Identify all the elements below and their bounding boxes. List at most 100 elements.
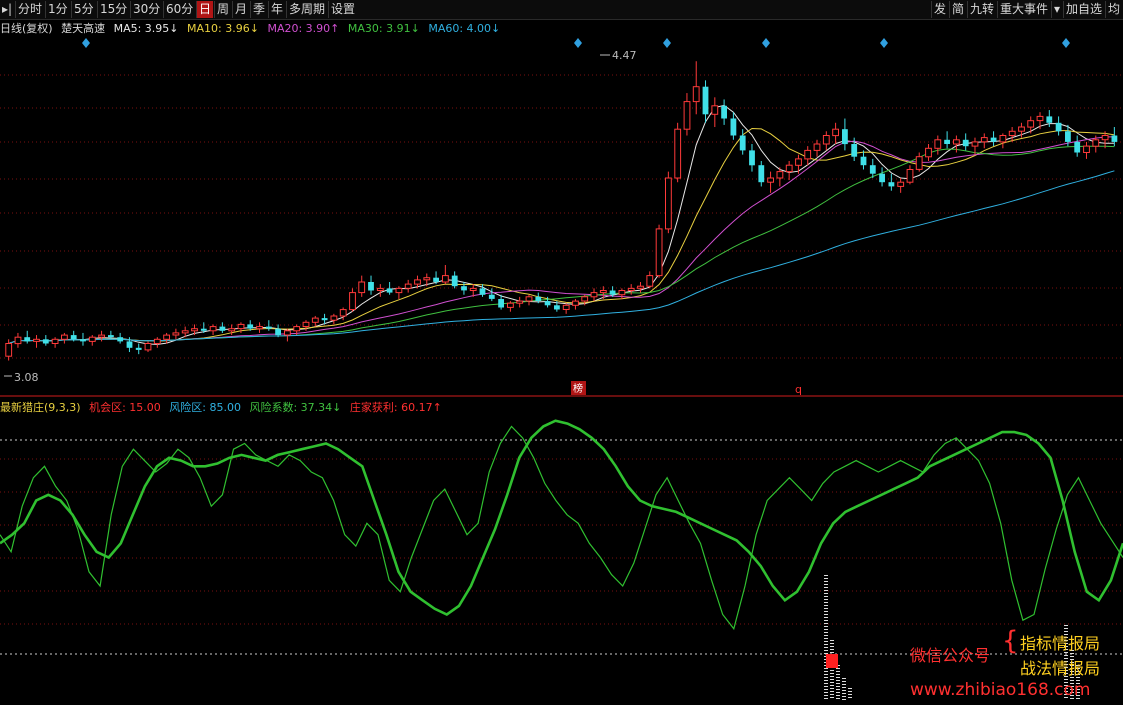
candle-body <box>108 335 114 338</box>
candle <box>888 173 895 191</box>
candle <box>822 131 830 151</box>
candle-body <box>869 165 876 174</box>
candle <box>721 99 727 125</box>
candle <box>135 343 142 355</box>
candle-body <box>1018 126 1025 132</box>
bang-marker: 榜 <box>573 382 583 395</box>
candle <box>906 165 914 185</box>
candle-body <box>479 288 486 295</box>
high-price-label: 4.47 <box>612 49 637 62</box>
candle-body <box>423 277 431 281</box>
candle-body <box>414 279 421 285</box>
diamond-marker <box>663 38 671 48</box>
candle-body <box>219 326 226 331</box>
candle-body <box>144 343 152 351</box>
watermark-brace: { <box>1002 626 1019 656</box>
grid-lines <box>0 74 1123 655</box>
candle <box>330 313 338 325</box>
candle <box>934 135 942 155</box>
candle-body <box>888 182 895 187</box>
candle-body <box>163 334 170 340</box>
diamond-marker <box>762 38 770 48</box>
candle-body <box>554 305 560 310</box>
candle <box>219 322 226 333</box>
candle-body <box>749 150 755 166</box>
candle-body <box>247 324 254 329</box>
candle <box>674 122 682 183</box>
candle-body <box>275 328 281 336</box>
candle-body <box>711 105 719 115</box>
candle <box>1027 116 1035 134</box>
candle <box>33 335 40 348</box>
diamond-marker <box>880 38 888 48</box>
candle <box>879 167 885 187</box>
candle <box>767 171 775 193</box>
candle <box>665 171 672 234</box>
candle-body <box>153 338 161 344</box>
candle <box>860 150 867 170</box>
candle-body <box>599 290 607 294</box>
candle-body <box>293 326 301 332</box>
candle <box>117 332 124 344</box>
candle <box>144 341 152 353</box>
candle-body <box>321 318 328 321</box>
candle-body <box>404 283 412 289</box>
watermark-name1: 指标情报局 <box>1020 634 1101 653</box>
candle-body <box>953 139 960 145</box>
candle <box>80 332 86 346</box>
candle-body <box>88 336 96 342</box>
candle <box>618 288 626 299</box>
candle-body <box>544 301 551 306</box>
candle <box>572 298 579 310</box>
candle <box>702 80 709 123</box>
candle-body <box>395 287 403 294</box>
candle <box>915 152 923 172</box>
candle-body <box>915 156 923 170</box>
candle <box>172 328 180 340</box>
candle <box>275 324 281 338</box>
candle-body <box>655 228 663 277</box>
candle-body <box>51 338 59 344</box>
candle-body <box>702 86 709 115</box>
candle <box>897 177 905 193</box>
diamond-marker <box>82 38 90 48</box>
candle <box>944 131 950 149</box>
candle <box>730 112 737 140</box>
candle <box>646 271 654 289</box>
candle <box>655 224 663 278</box>
candle-body <box>256 326 263 330</box>
candle <box>376 284 384 297</box>
candle <box>42 335 49 346</box>
candle-body <box>1101 135 1109 141</box>
candle-body <box>897 181 905 187</box>
candle-body <box>237 323 245 330</box>
candle-body <box>590 292 598 298</box>
candle-body <box>692 86 700 103</box>
candle <box>804 146 812 166</box>
candle-body <box>376 287 384 291</box>
candle <box>990 131 997 147</box>
candle <box>368 275 374 295</box>
candle-body <box>851 144 858 157</box>
candle-body <box>562 304 570 310</box>
candle-body <box>758 165 765 183</box>
candle <box>14 332 22 348</box>
candle <box>749 144 755 172</box>
candle-body <box>1083 145 1090 154</box>
candle <box>265 320 272 331</box>
candle-body <box>776 171 784 179</box>
candle-body <box>358 281 366 294</box>
candle-body <box>1055 122 1062 132</box>
candle-body <box>525 296 533 302</box>
candle-body <box>795 158 802 166</box>
candle <box>692 61 700 115</box>
candle-body <box>925 147 932 158</box>
candle-body <box>813 143 821 151</box>
candle-body <box>944 139 950 144</box>
candle-body <box>61 334 68 340</box>
candle <box>404 279 412 293</box>
candle-body <box>832 128 840 137</box>
ma20-line <box>8 136 1115 344</box>
candle <box>349 288 356 312</box>
candle-body <box>665 177 672 230</box>
